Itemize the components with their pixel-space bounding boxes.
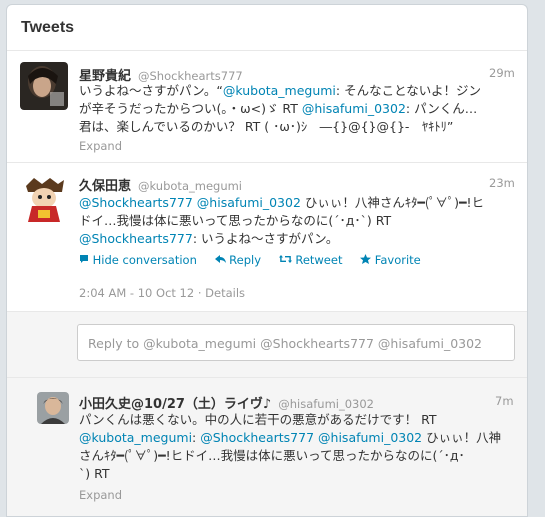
text-fragment: : そんなことないよ！ジン bbox=[335, 83, 481, 98]
tweet-meta[interactable]: 2:04 AM - 10 Oct 12 · Details bbox=[79, 286, 245, 300]
divider bbox=[7, 311, 527, 312]
text-fragment: : いうよね～さすがパン。 bbox=[192, 231, 339, 246]
panel-header: Tweets bbox=[7, 5, 527, 51]
tweet-line: @kubota_megumi: @Shockhearts777 @hisafum… bbox=[79, 430, 502, 445]
mention-link[interactable]: @kubota_megumi bbox=[79, 430, 192, 445]
reply-button[interactable]: Reply bbox=[214, 253, 265, 267]
mention-link[interactable]: @kubota_megumi bbox=[223, 83, 336, 98]
tweet-line: @Shockhearts777 @hisafumi_0302 ひぃぃ！八神さんｷ… bbox=[79, 194, 519, 212]
expand-link[interactable]: Expand bbox=[79, 488, 122, 502]
author-handle[interactable]: @Shockhearts777 bbox=[138, 69, 243, 83]
expand-link[interactable]: Expand bbox=[79, 139, 122, 153]
tweet-time[interactable]: 29m bbox=[489, 66, 515, 80]
star-icon bbox=[360, 254, 372, 264]
reply-input[interactable]: Reply to @kubota_megumi @Shockhearts777 … bbox=[77, 324, 515, 361]
mention-link[interactable]: @Shockhearts777 bbox=[79, 231, 193, 246]
tweet-actions: Hide conversation Reply Retweet Favorite bbox=[79, 253, 435, 267]
avatar[interactable] bbox=[20, 176, 68, 224]
tweet-line: ドイ…我慢は体に悪いって思ったからなのに(´･д･`) RT bbox=[79, 213, 392, 228]
tweet-line: `) RT bbox=[79, 466, 110, 481]
retweet-label: Retweet bbox=[295, 253, 343, 267]
mention-link[interactable]: @hisafumi_0302 bbox=[318, 430, 422, 445]
author-name[interactable]: 久保田恵 bbox=[79, 179, 131, 194]
text-fragment: いうよね～さすがパン。“ bbox=[79, 83, 223, 98]
author-handle[interactable]: @hisafumi_0302 bbox=[278, 397, 374, 411]
reply-label: Reply bbox=[229, 253, 262, 267]
tweet-line: パンくんは悪くない。中の人に若干の悪意があるだけです！ RT bbox=[79, 412, 437, 427]
tweet-text: パンくんは悪くない。中の人に若干の悪意があるだけです！ RT @kubota_m… bbox=[79, 411, 519, 483]
mention-link[interactable]: @Shockhearts777 bbox=[200, 430, 314, 445]
tweet-time[interactable]: 7m bbox=[495, 394, 514, 408]
panel-title: Tweets bbox=[21, 19, 75, 36]
mention-link[interactable]: @hisafumi_0302 bbox=[197, 195, 301, 210]
mention-link[interactable]: @hisafumi_0302 bbox=[302, 101, 406, 116]
mention-link[interactable]: @Shockhearts777 bbox=[79, 195, 193, 210]
favorite-label: Favorite bbox=[374, 253, 421, 267]
tweet-header: 久保田恵 @kubota_megumi bbox=[79, 175, 242, 194]
text-fragment: ひぃぃ！八神 bbox=[422, 430, 502, 445]
retweet-button[interactable]: Retweet bbox=[278, 253, 346, 267]
retweet-icon bbox=[278, 255, 292, 263]
text-fragment: : パンくん… bbox=[405, 101, 478, 116]
tweet-line: @Shockhearts777: いうよね～さすがパン。 bbox=[79, 230, 519, 248]
tweet-header: 小田久史@10/27（土）ライヴ♪ @hisafumi_0302 bbox=[79, 393, 374, 412]
tweet-line: さんｷﾀ━(ﾟ∀ﾟ)━!ヒドイ…我慢は体に悪いって思ったからなのに(´･д･ bbox=[79, 448, 465, 463]
tweet-line: 君は、楽しんでいるのかい？ RT ( ･ω･)ｼ ―{}@{}@{}- ﾔｷﾄﾘ… bbox=[79, 119, 454, 134]
hide-conversation-button[interactable]: Hide conversation bbox=[79, 253, 201, 267]
avatar[interactable] bbox=[20, 62, 68, 110]
hide-conversation-icon bbox=[80, 255, 88, 263]
tweet-kubota[interactable]: 久保田恵 @kubota_megumi 23m @Shockhearts777 … bbox=[7, 163, 527, 311]
text-fragment: ひぃぃ！八神さんｷﾀ━(ﾟ∀ﾟ)━!ヒ bbox=[300, 195, 485, 210]
tweet-line: いうよね～さすがパン。“@kubota_megumi: そんなことないよ！ジン bbox=[79, 82, 519, 100]
tweet-hisafumi[interactable]: 小田久史@10/27（土）ライヴ♪ @hisafumi_0302 7m パンくん… bbox=[7, 378, 527, 516]
author-name[interactable]: 小田久史@10/27（土）ライヴ♪ bbox=[79, 397, 271, 412]
author-handle[interactable]: @kubota_megumi bbox=[138, 179, 242, 193]
avatar[interactable] bbox=[37, 392, 69, 424]
tweet-line: が辛そうだったからつい(｡・ω<)ゞ RT @hisafumi_0302: パン… bbox=[79, 100, 519, 118]
tweet-time[interactable]: 23m bbox=[489, 176, 515, 190]
tweet-text: いうよね～さすがパン。“@kubota_megumi: そんなことないよ！ジン … bbox=[79, 82, 519, 136]
tweets-panel: Tweets 星野貴紀 @Shockhearts777 29m いうよね～さすが… bbox=[6, 4, 528, 517]
reply-arrow-icon bbox=[214, 255, 226, 263]
tweet-text: @Shockhearts777 @hisafumi_0302 ひぃぃ！八神さんｷ… bbox=[79, 194, 519, 248]
hide-conversation-label: Hide conversation bbox=[92, 253, 197, 267]
favorite-button[interactable]: Favorite bbox=[360, 253, 421, 267]
tweet-shockhearts[interactable]: 星野貴紀 @Shockhearts777 29m いうよね～さすがパン。“@ku… bbox=[7, 52, 527, 161]
text-fragment: が辛そうだったからつい(｡・ω<)ゞ RT bbox=[79, 101, 302, 116]
